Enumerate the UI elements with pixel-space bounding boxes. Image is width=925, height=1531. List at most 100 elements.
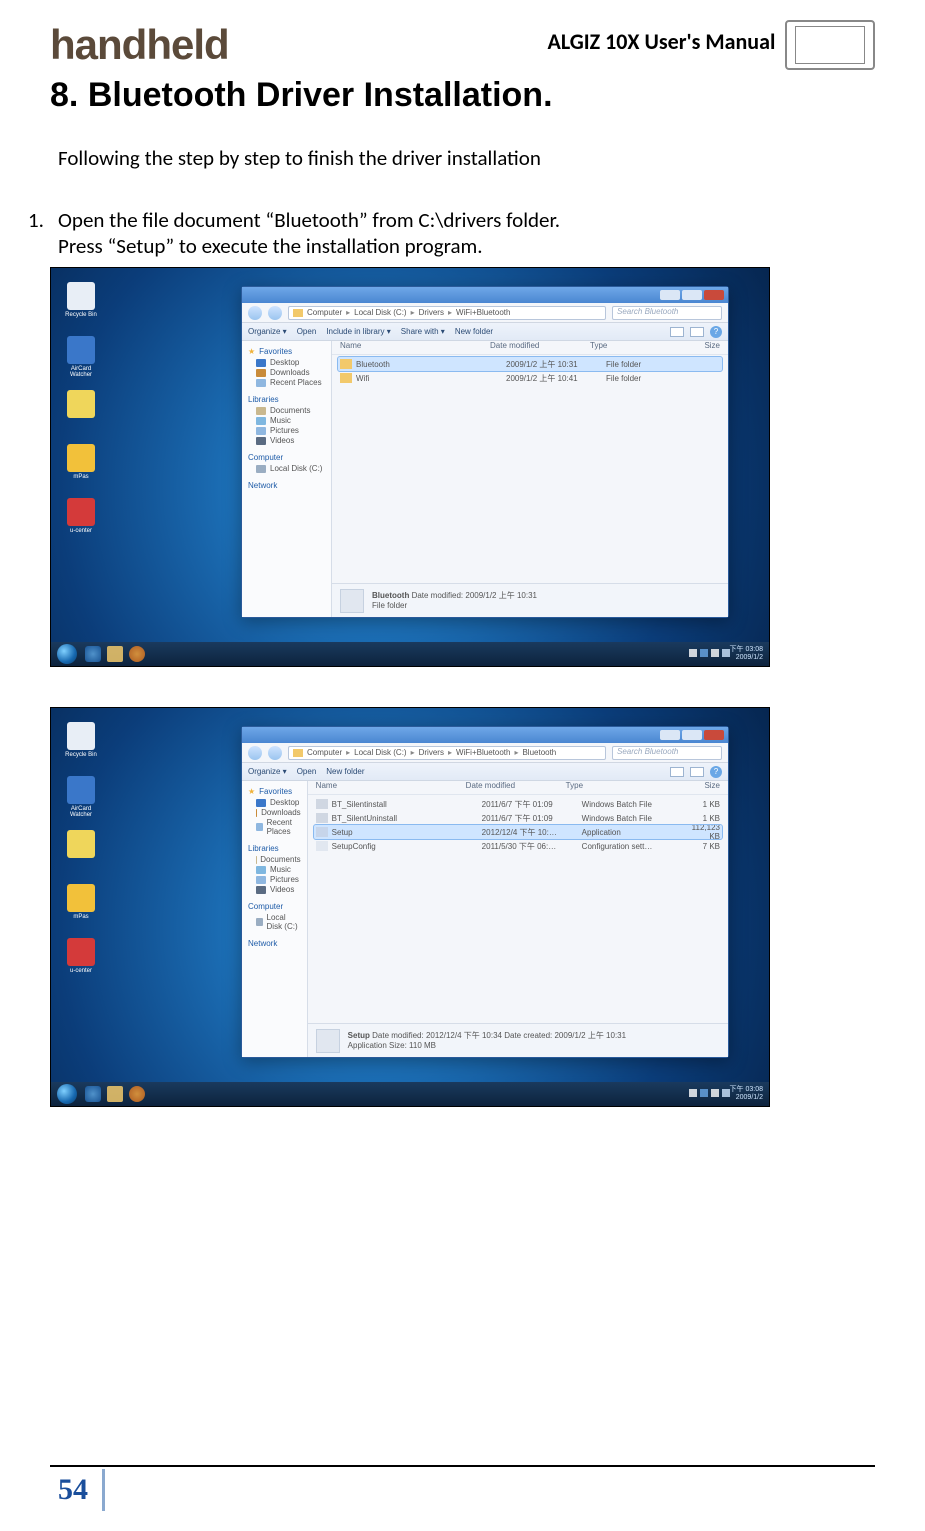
desktop-shortcut[interactable]: AirCard Watcher	[61, 776, 101, 820]
desktop-shortcut[interactable]	[61, 390, 101, 434]
breadcrumb-segment[interactable]: Local Disk (C:)	[354, 748, 406, 757]
toolbar-share[interactable]: Share with ▾	[401, 327, 445, 336]
breadcrumb-segment[interactable]: Computer	[307, 308, 342, 317]
nav-item[interactable]: Recent Places	[256, 378, 325, 387]
nav-item[interactable]: Pictures	[256, 875, 301, 884]
desktop-shortcut[interactable]: mPas	[61, 884, 101, 928]
nav-group-header[interactable]: Network	[248, 939, 301, 948]
nav-item[interactable]: Downloads	[256, 808, 301, 817]
help-button[interactable]: ?	[710, 766, 722, 778]
taskbar-ie-icon[interactable]	[85, 1086, 101, 1102]
desktop-shortcut[interactable]: Recycle Bin	[61, 722, 101, 766]
file-row[interactable]: BT_SilentUninstall2011/6/7 下午 01:09Windo…	[314, 811, 722, 825]
breadcrumb[interactable]: Computer ▸ Local Disk (C:) ▸ Drivers ▸ W…	[288, 306, 606, 320]
col-name[interactable]: Name	[340, 341, 490, 354]
desktop-shortcut[interactable]: Recycle Bin	[61, 282, 101, 326]
file-row[interactable]: BT_Silentinstall2011/6/7 下午 01:09Windows…	[314, 797, 722, 811]
window-close-button[interactable]	[704, 290, 724, 300]
breadcrumb-segment[interactable]: WiFi+Bluetooth	[456, 748, 510, 757]
breadcrumb[interactable]: Computer ▸ Local Disk (C:) ▸ Drivers ▸ W…	[288, 746, 606, 760]
nav-forward-button[interactable]	[268, 306, 282, 320]
tray-icons[interactable]	[686, 1089, 730, 1099]
desktop-shortcut[interactable]: mPas	[61, 444, 101, 488]
nav-item[interactable]: Music	[256, 416, 325, 425]
window-minimize-button[interactable]	[660, 730, 680, 740]
file-row[interactable]: Setup2012/12/4 下午 10:…Application112,123…	[314, 825, 722, 839]
breadcrumb-segment[interactable]: Local Disk (C:)	[354, 308, 406, 317]
nav-back-button[interactable]	[248, 746, 262, 760]
col-name[interactable]: Name	[316, 781, 466, 794]
nav-item[interactable]: Documents	[256, 855, 301, 864]
window-maximize-button[interactable]	[682, 730, 702, 740]
file-row[interactable]: SetupConfig2011/5/30 下午 06:…Configuratio…	[314, 839, 722, 853]
nav-group-header[interactable]: Computer	[248, 902, 301, 911]
chevron-right-icon: ▸	[448, 748, 452, 757]
breadcrumb-segment[interactable]: Bluetooth	[522, 748, 556, 757]
breadcrumb-segment[interactable]: Computer	[307, 748, 342, 757]
nav-item[interactable]: Pictures	[256, 426, 325, 435]
search-input[interactable]: Search Bluetooth	[612, 306, 722, 320]
toolbar-include[interactable]: Include in library ▾	[326, 327, 391, 336]
toolbar-organize[interactable]: Organize ▾	[248, 767, 287, 776]
col-size[interactable]: Size	[676, 781, 720, 794]
nav-group-header[interactable]: Network	[248, 481, 325, 490]
nav-item[interactable]: Desktop	[256, 358, 325, 367]
toolbar-open[interactable]: Open	[297, 327, 317, 336]
taskbar-explorer-icon[interactable]	[107, 646, 123, 662]
view-button[interactable]	[670, 327, 684, 337]
nav-group-header[interactable]: ★Favorites	[248, 787, 301, 796]
tray-clock[interactable]: 下午 03:08 2009/1/2	[730, 646, 763, 661]
col-size[interactable]: Size	[700, 341, 720, 354]
col-date[interactable]: Date modified	[490, 341, 590, 354]
desktop-shortcut[interactable]: AirCard Watcher	[61, 336, 101, 380]
nav-group-header[interactable]: Computer	[248, 453, 325, 462]
column-headers[interactable]: Name Date modified Type Size	[308, 781, 728, 795]
nav-group-header[interactable]: Libraries	[248, 395, 325, 404]
taskbar-media-icon[interactable]	[129, 646, 145, 662]
nav-item[interactable]: Downloads	[256, 368, 325, 377]
window-maximize-button[interactable]	[682, 290, 702, 300]
file-row[interactable]: Wifi2009/1/2 上午 10:41File folder	[338, 371, 722, 385]
toolbar-open[interactable]: Open	[297, 767, 317, 776]
nav-item[interactable]: Recent Places	[256, 818, 301, 836]
window-minimize-button[interactable]	[660, 290, 680, 300]
column-headers[interactable]: Name Date modified Type Size	[332, 341, 728, 355]
nav-item[interactable]: Videos	[256, 885, 301, 894]
nav-item[interactable]: Local Disk (C:)	[256, 464, 325, 473]
col-type[interactable]: Type	[590, 341, 700, 354]
tray-icons[interactable]	[686, 649, 730, 659]
desktop-shortcut[interactable]: u-center	[61, 938, 101, 982]
tray-clock[interactable]: 下午 03:08 2009/1/2	[730, 1086, 763, 1101]
nav-back-button[interactable]	[248, 306, 262, 320]
taskbar-explorer-icon[interactable]	[107, 1086, 123, 1102]
taskbar-media-icon[interactable]	[129, 1086, 145, 1102]
nav-group-header[interactable]: Libraries	[248, 844, 301, 853]
toolbar-newfolder[interactable]: New folder	[455, 327, 493, 336]
view-button[interactable]	[670, 767, 684, 777]
start-button[interactable]	[57, 1084, 77, 1104]
desktop-shortcut[interactable]: u-center	[61, 498, 101, 542]
preview-pane-button[interactable]	[690, 327, 704, 337]
nav-item[interactable]: Local Disk (C:)	[256, 913, 301, 931]
help-button[interactable]: ?	[710, 326, 722, 338]
breadcrumb-segment[interactable]: WiFi+Bluetooth	[456, 308, 510, 317]
toolbar-organize[interactable]: Organize ▾	[248, 327, 287, 336]
preview-pane-button[interactable]	[690, 767, 704, 777]
toolbar-newfolder[interactable]: New folder	[326, 767, 364, 776]
col-type[interactable]: Type	[566, 781, 676, 794]
nav-item[interactable]: Videos	[256, 436, 325, 445]
nav-item[interactable]: Desktop	[256, 798, 301, 807]
taskbar-ie-icon[interactable]	[85, 646, 101, 662]
search-input[interactable]: Search Bluetooth	[612, 746, 722, 760]
file-row[interactable]: Bluetooth2009/1/2 上午 10:31File folder	[338, 357, 722, 371]
desktop-shortcut[interactable]	[61, 830, 101, 874]
window-close-button[interactable]	[704, 730, 724, 740]
breadcrumb-segment[interactable]: Drivers	[419, 748, 444, 757]
col-date[interactable]: Date modified	[466, 781, 566, 794]
nav-forward-button[interactable]	[268, 746, 282, 760]
nav-group-header[interactable]: ★Favorites	[248, 347, 325, 356]
start-button[interactable]	[57, 644, 77, 664]
breadcrumb-segment[interactable]: Drivers	[419, 308, 444, 317]
nav-item[interactable]: Documents	[256, 406, 325, 415]
nav-item[interactable]: Music	[256, 865, 301, 874]
